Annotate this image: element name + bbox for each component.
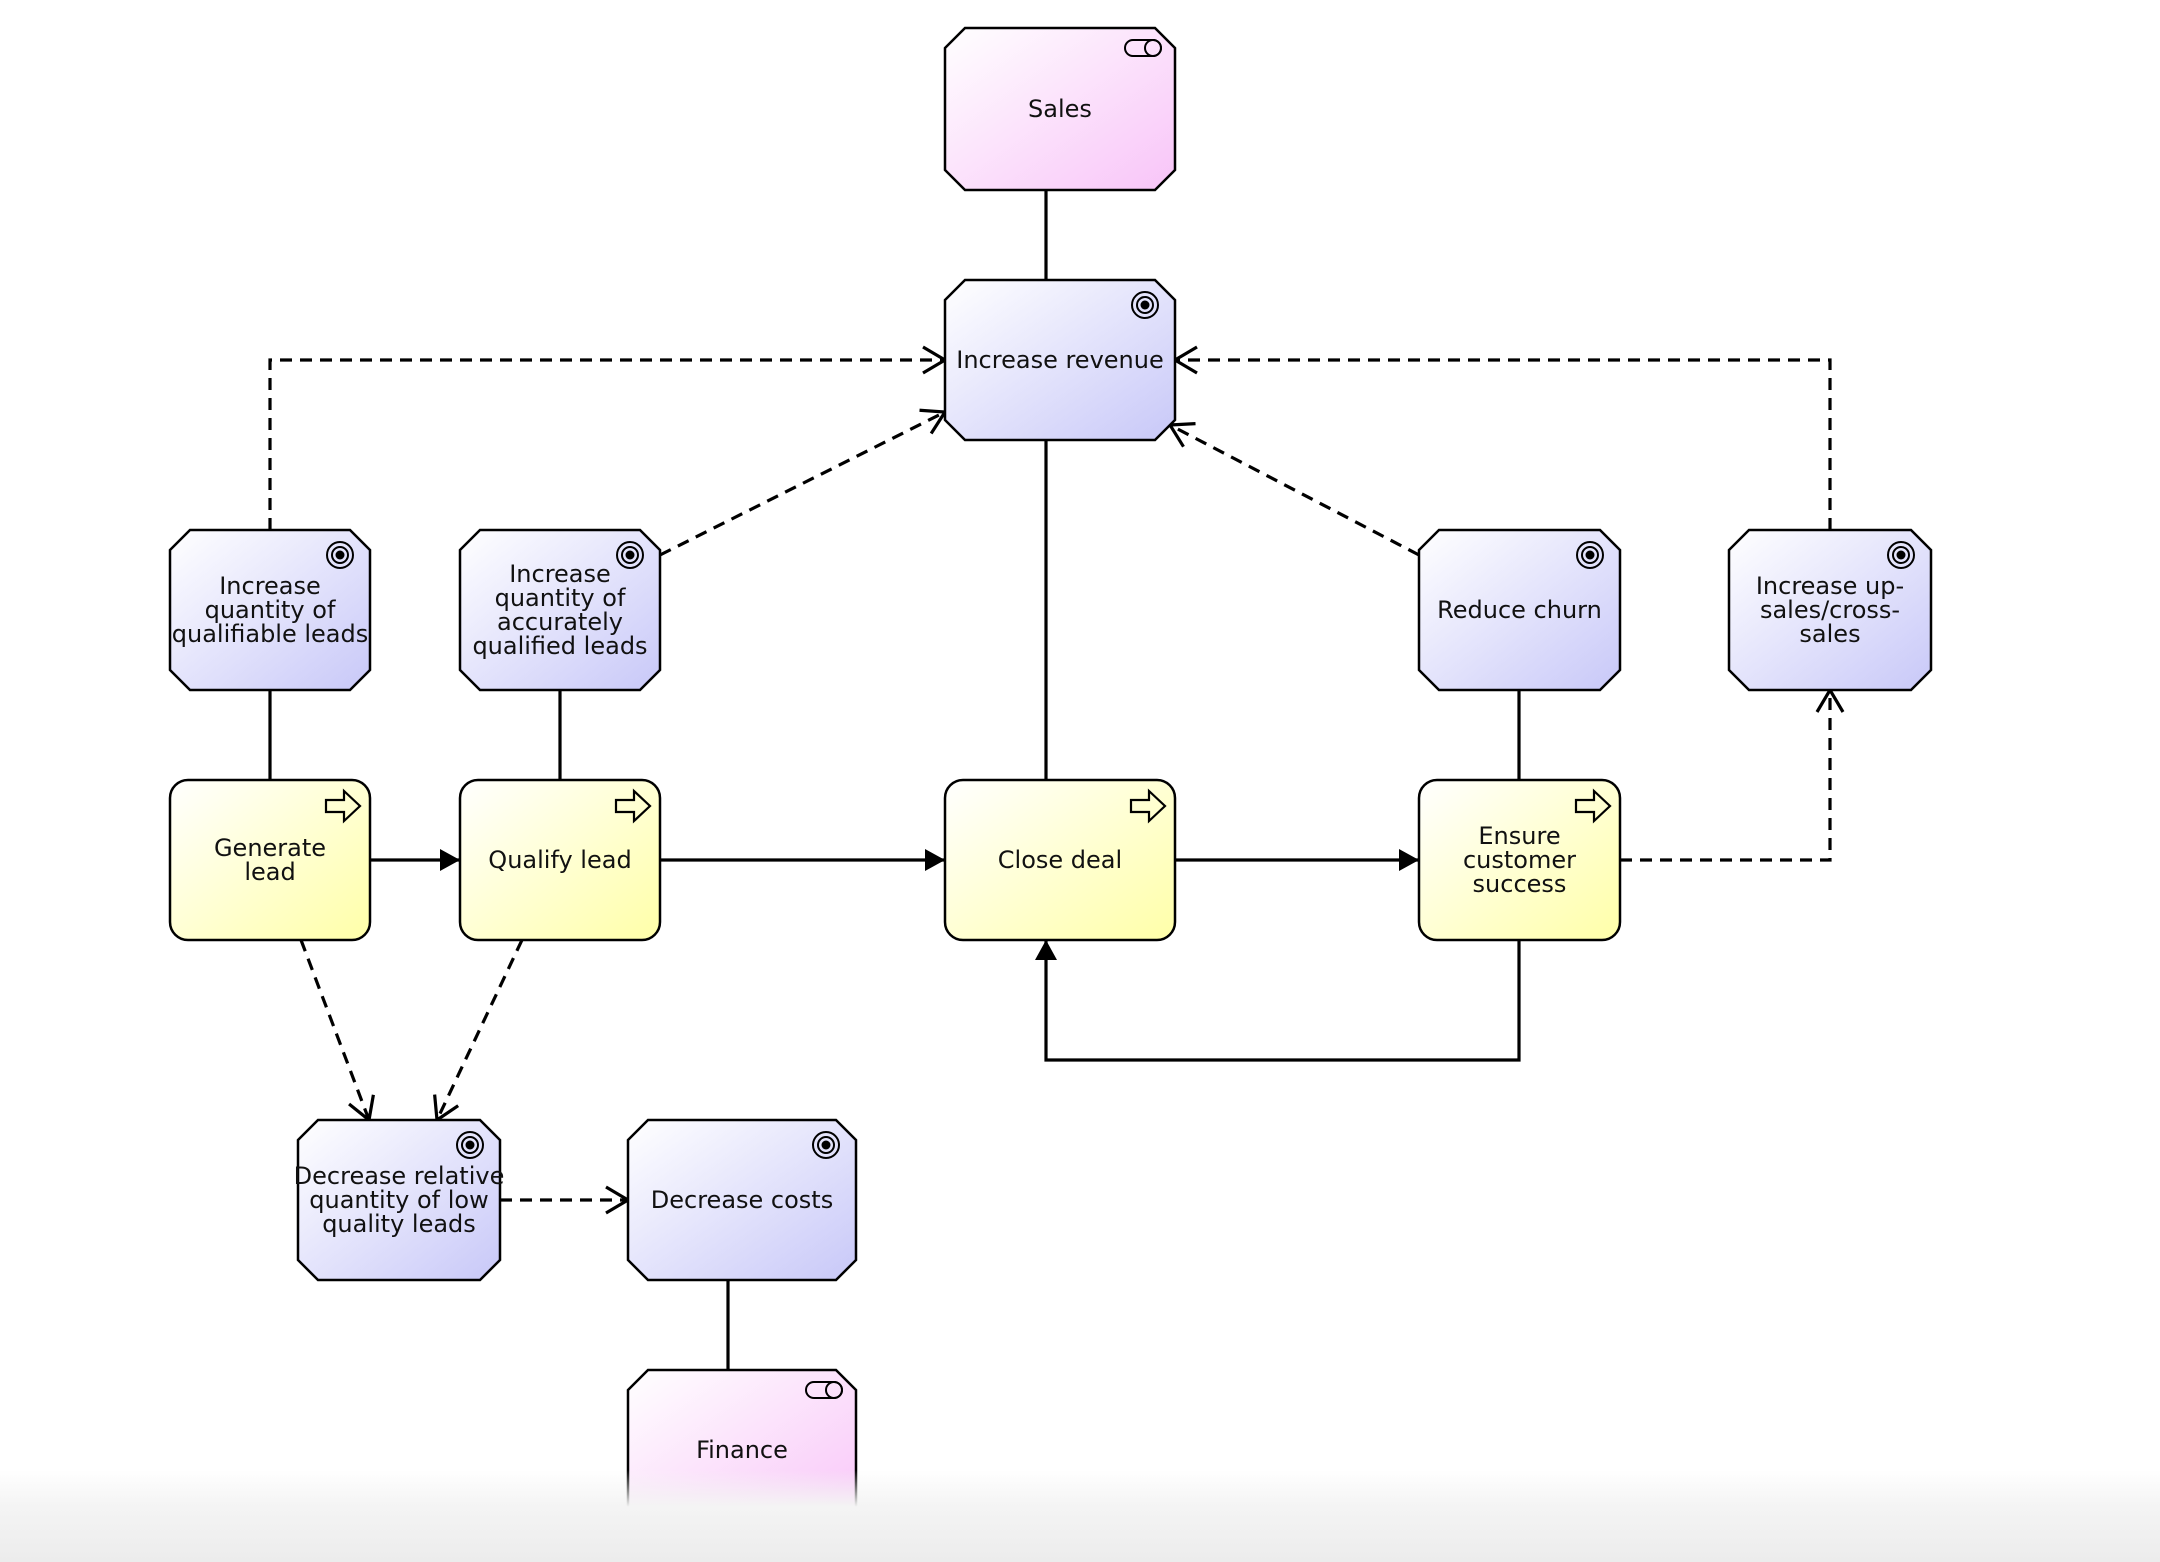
node-label: Reduce churn <box>1437 596 1602 624</box>
node-label: Qualify lead <box>488 846 631 874</box>
edge-influence-increase-accurately-to-increase-revenue[interactable] <box>659 408 948 557</box>
node-label-line: Qualify lead <box>488 846 631 874</box>
node-label-line: Sales <box>1028 95 1092 123</box>
arrowhead-open <box>433 1094 460 1123</box>
node-increase-revenue[interactable]: Increase revenue <box>943 278 1177 442</box>
node-label: Increase revenue <box>956 346 1163 374</box>
edge-line <box>268 358 945 530</box>
node-label-line: Decrease costs <box>651 1186 833 1214</box>
edge-influence-decrease-low-quality-to-decrease-costs[interactable] <box>500 1185 632 1215</box>
node-label-line: success <box>1473 870 1567 898</box>
edge-line <box>1169 423 1420 557</box>
nodes-layer: Sales Increase revenue Increase quantity of… <box>168 26 1933 1532</box>
edge-influence-reduce-churn-to-increase-revenue[interactable] <box>1167 422 1420 557</box>
node-label-line: Increase revenue <box>956 346 1163 374</box>
arrowhead-open <box>919 408 948 435</box>
node-decrease-costs[interactable]: Decrease costs <box>626 1118 858 1282</box>
edge-triggering-ensure-success-to-close-deal[interactable] <box>1035 940 1521 1062</box>
edge-influence-ensure-success-to-increase-upsales[interactable] <box>1620 686 1845 862</box>
edge-line <box>299 939 371 1121</box>
node-label-line: sales <box>1799 620 1860 648</box>
node-label-line: Reduce churn <box>1437 596 1602 624</box>
edge-line <box>435 939 524 1121</box>
node-label-line: Close deal <box>998 846 1122 874</box>
edge-triggering-generate-lead-to-qualify-lead[interactable] <box>370 849 460 871</box>
archimate-diagram: Sales Increase revenue Increase quantity of… <box>168 26 1933 1532</box>
node-label: Decrease costs <box>651 1186 833 1214</box>
edge-influence-increase-qualifiable-to-increase-revenue[interactable] <box>268 345 949 530</box>
node-label: Decrease relative quantity of low quality … <box>294 1162 505 1238</box>
node-label-line: qualified leads <box>472 632 647 660</box>
arrowhead-filled <box>440 849 460 871</box>
node-label-line: qualifiable leads <box>172 620 369 648</box>
node-label: Finance <box>696 1436 788 1464</box>
edge-influence-increase-upsales-to-increase-revenue[interactable] <box>1171 345 1832 530</box>
edge-triggering-close-deal-to-ensure-success[interactable] <box>1175 849 1419 871</box>
edge-line <box>1620 690 1832 862</box>
node-increase-qualifiable[interactable]: Increase quantity of qualifiable leads <box>168 528 372 692</box>
arrowhead-filled <box>925 849 945 871</box>
node-label-line: Finance <box>696 1436 788 1464</box>
arrowhead-filled <box>1035 940 1057 960</box>
edge-influence-qualify-lead-to-decrease-low-quality[interactable] <box>433 939 524 1123</box>
edge-line <box>1044 940 1521 1062</box>
edge-line <box>1175 358 1832 530</box>
node-generate-lead[interactable]: Generate lead <box>168 778 372 942</box>
node-reduce-churn[interactable]: Reduce churn <box>1417 528 1622 692</box>
edge-triggering-qualify-lead-to-close-deal[interactable] <box>660 849 945 871</box>
node-label: Close deal <box>998 846 1122 874</box>
node-decrease-low-quality[interactable]: Decrease relative quantity of low quality … <box>294 1118 505 1282</box>
node-label-line: lead <box>244 858 295 886</box>
edge-influence-generate-lead-to-decrease-low-quality[interactable] <box>299 939 375 1123</box>
node-label: Ensure customer success <box>1463 822 1576 898</box>
canvas-bottom-shade <box>0 1470 2160 1562</box>
edge-line <box>659 410 946 557</box>
node-label-line: quality leads <box>322 1210 476 1238</box>
node-qualify-lead[interactable]: Qualify lead <box>458 778 662 942</box>
node-increase-accurately[interactable]: Increase quantity of accurately qualified l… <box>458 528 662 692</box>
node-close-deal[interactable]: Close deal <box>943 778 1177 942</box>
arrowhead-filled <box>1399 849 1419 871</box>
node-increase-upsales[interactable]: Increase up-sales/cross-sales <box>1727 528 1933 692</box>
node-sales[interactable]: Sales <box>943 26 1177 192</box>
node-label: Sales <box>1028 95 1092 123</box>
arrowhead-open <box>1167 422 1196 448</box>
node-ensure-success[interactable]: Ensure customer success <box>1417 778 1622 942</box>
